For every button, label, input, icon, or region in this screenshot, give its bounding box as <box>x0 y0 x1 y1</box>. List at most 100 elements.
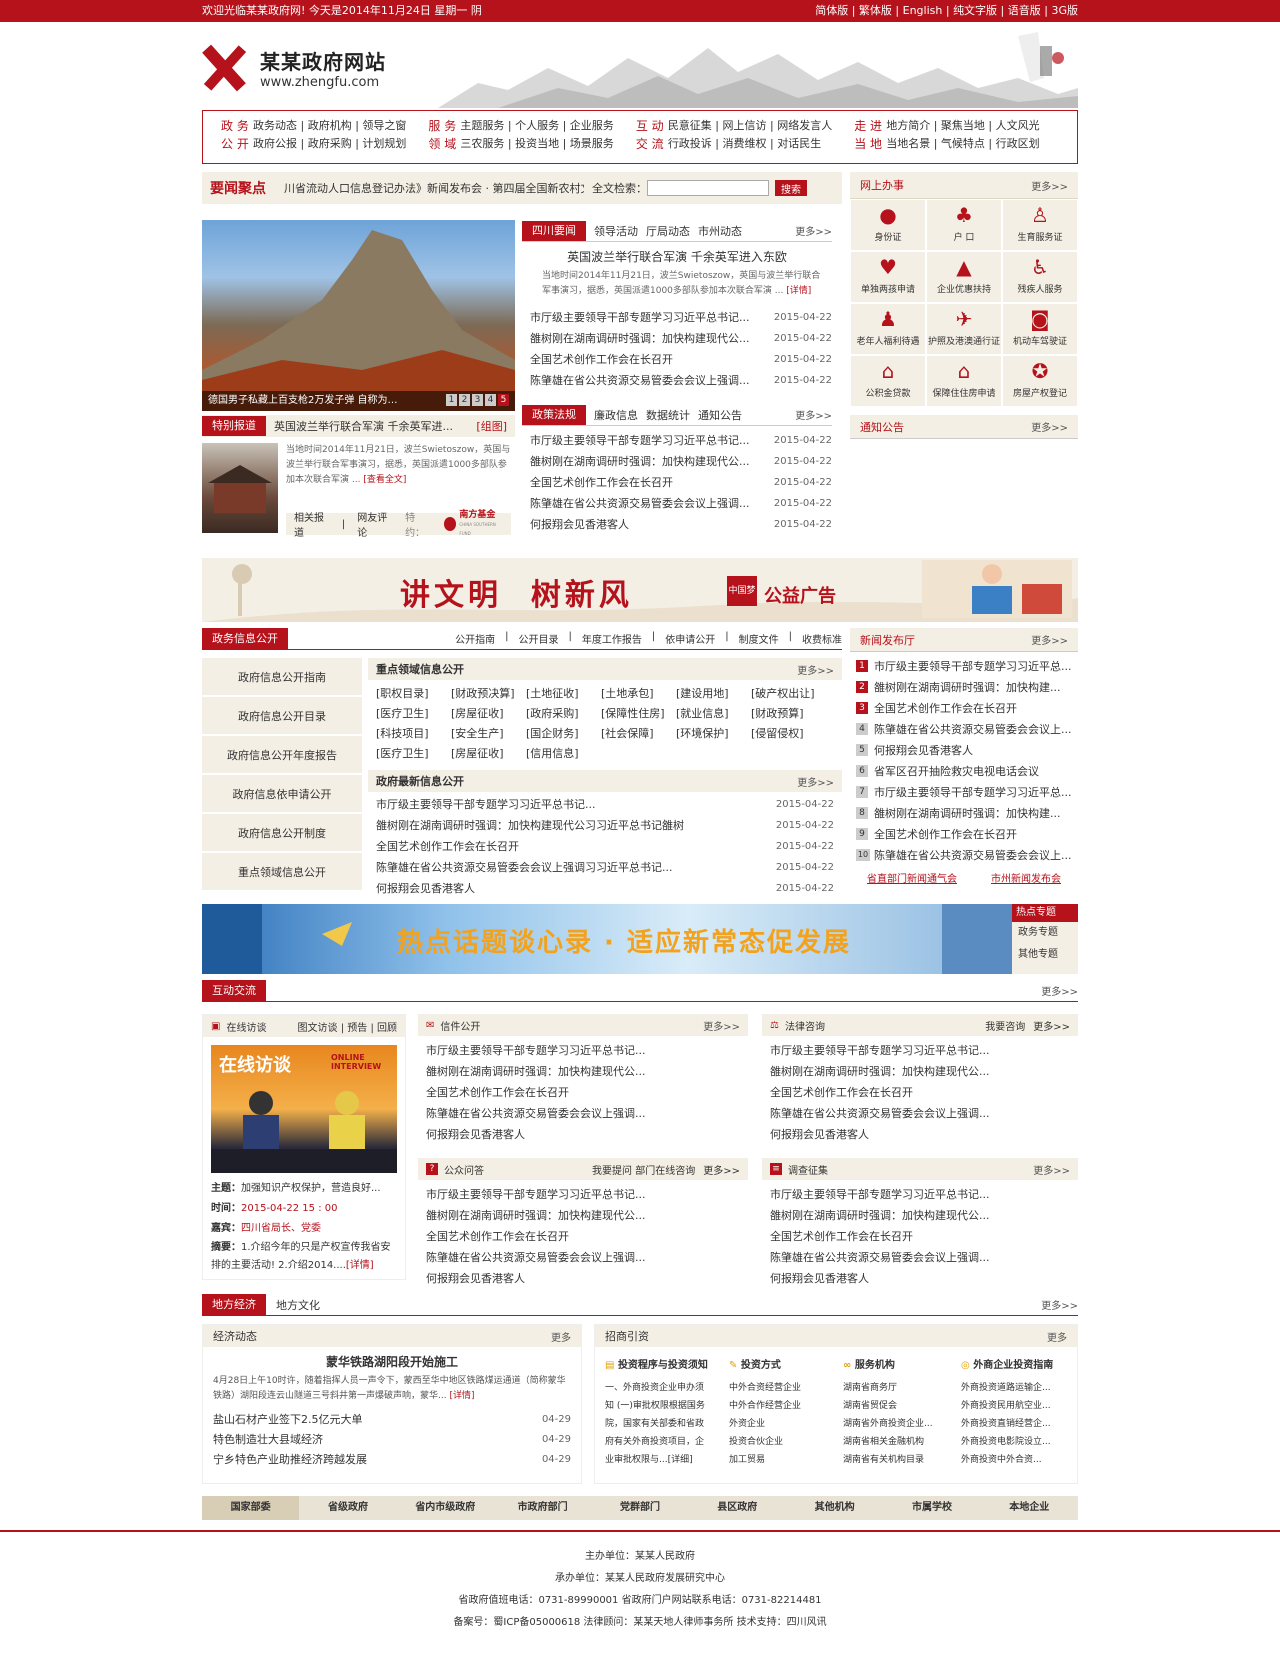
tab-leaders[interactable]: 领导活动 <box>594 223 638 239</box>
site-logo[interactable]: 某某政府网站 www.zhengfu.com <box>202 44 386 92</box>
more-link[interactable]: 更多>> <box>795 407 832 422</box>
list-item[interactable]: 8 雒树刚在湖南调研时强调：加快构建... <box>856 803 1072 824</box>
tag-link[interactable]: [职权目录] <box>376 684 451 704</box>
tag-link[interactable]: [就业信息] <box>676 704 751 724</box>
press-link[interactable]: 省直部门新闻通气会 <box>867 870 957 885</box>
link-bar-item[interactable]: 国家部委 <box>202 1496 300 1520</box>
link-bar-item[interactable]: 其他机构 <box>786 1496 883 1520</box>
service-fund[interactable]: ⌂ 公积金贷款 <box>850 355 926 407</box>
list-item[interactable]: 何报翔会见香港客人 2015-04-22 <box>530 514 832 535</box>
link-bar-item[interactable]: 省内市级政府 <box>397 1496 494 1520</box>
invest-item[interactable]: 中外合资经营企业 <box>729 1379 839 1397</box>
invest-col-title[interactable]: 外商企业投资指南 <box>973 1360 1053 1371</box>
list-item[interactable]: 何报翔会见香港客人 2015-04-22 <box>376 878 834 899</box>
gov-link[interactable]: 公开指南 <box>455 631 495 646</box>
link-traditional[interactable]: 繁体版 <box>859 4 892 17</box>
list-item[interactable]: 何报翔会见香港客人 <box>770 1124 1070 1145</box>
tag-link[interactable]: [社会保障] <box>601 724 676 744</box>
tag-link[interactable]: [破产权出让] <box>751 684 826 704</box>
list-item[interactable]: 陈肇雄在省公共资源交易管委会会议上强调... 2015-04-22 <box>530 493 832 514</box>
list-item[interactable]: 市厅级主要领导干部专题学习习近平总书记... <box>426 1040 740 1061</box>
list-item[interactable]: 3 全国艺术创作工作会在长召开 <box>856 698 1072 719</box>
gov-link[interactable]: 依申请公开 <box>665 631 715 646</box>
list-item[interactable]: 市厅级主要领导干部专题学习习近平总书记... <box>426 1184 740 1205</box>
list-item[interactable]: 4 陈肇雄在省公共资源交易管委会会议上... <box>856 719 1072 740</box>
invest-item[interactable]: 院，国家有关部委和省政 <box>605 1415 725 1433</box>
more-link[interactable]: 更多 <box>551 1329 571 1344</box>
nav-links[interactable]: 政府公报 | 政府采购 | 计划规划 <box>253 135 406 153</box>
link-bar-item[interactable]: 本地企业 <box>981 1496 1078 1520</box>
list-item[interactable]: 市厅级主要领导干部专题学习习近平总书记... 2015-04-22 <box>376 794 834 815</box>
nav-links[interactable]: 政务动态 | 政府机构 | 领导之窗 <box>253 117 406 135</box>
list-item[interactable]: 全国艺术创作工作会在长召开 <box>770 1226 1070 1247</box>
list-item[interactable]: 市厅级主要领导干部专题学习习近平总书记... <box>770 1040 1070 1061</box>
search-input[interactable] <box>647 180 769 196</box>
special-title[interactable]: 英国波兰举行联合军演 千余英军进... <box>274 418 454 434</box>
invest-item[interactable]: 投资合伙企业 <box>729 1433 839 1451</box>
sidebar-item[interactable]: 政府信息公开年度报告 <box>202 736 362 775</box>
sidebar-item[interactable]: 政府信息公开制度 <box>202 814 362 853</box>
tab-notices[interactable]: 通知公告 <box>698 407 742 423</box>
tag-link[interactable]: [财政预算] <box>751 704 826 724</box>
invest-col-title[interactable]: 投资方式 <box>741 1360 781 1371</box>
invest-item[interactable]: 府有关外商投资项目，企 <box>605 1433 725 1451</box>
interview-topic[interactable]: 加强知识产权保护，营造良好... <box>241 1183 381 1194</box>
invest-item[interactable]: 知 (一)审批权限根据国务 <box>605 1397 725 1415</box>
special-tag[interactable]: [组图] <box>476 418 507 434</box>
more-link[interactable]: 更多>> <box>1031 178 1068 193</box>
tag-link[interactable]: [信用信息] <box>526 744 601 764</box>
interact-tab[interactable]: 互动交流 <box>202 979 266 1002</box>
invest-item[interactable]: 外商投资道路运输企... <box>961 1379 1081 1397</box>
list-item[interactable]: 全国艺术创作工作会在长召开 2015-04-22 <box>530 472 832 493</box>
list-item[interactable]: 陈肇雄在省公共资源交易管委会会议上强调... <box>426 1247 740 1268</box>
tab-local-culture[interactable]: 地方文化 <box>276 1297 320 1313</box>
special-topic-link[interactable]: 政务专题 <box>1012 922 1078 944</box>
headline-ticker[interactable]: 川省流动人口信息登记办法》新闻发布会 · 第四届全国新农村文化 <box>284 180 584 196</box>
special-thumbnail[interactable] <box>202 443 278 533</box>
tag-link[interactable]: [侵留侵权] <box>751 724 826 744</box>
list-item[interactable]: 市厅级主要领导干部专题学习习近平总书记... 2015-04-22 <box>530 430 832 451</box>
slide-page[interactable]: 5 <box>498 394 509 406</box>
more-link[interactable]: 更多>> <box>703 1018 740 1033</box>
list-item[interactable]: 雒树刚在湖南调研时强调：加快构建现代公... <box>770 1205 1070 1226</box>
nav-links[interactable]: 当地名景 | 气候特点 | 行政区划 <box>886 135 1039 153</box>
tag-link[interactable]: [医疗卫生] <box>376 704 451 724</box>
nav-links[interactable]: 地方简介 | 聚焦当地 | 人文风光 <box>886 117 1039 135</box>
tab-sichuan-news[interactable]: 四川要闻 <box>522 220 586 241</box>
gov-link[interactable]: 收费标准 <box>802 631 842 646</box>
nav-links[interactable]: 主题服务 | 个人服务 | 企业服务 <box>460 117 613 135</box>
more-link[interactable]: 更多 <box>1047 1329 1067 1344</box>
nav-links[interactable]: 行政投诉 | 消费维权 | 对话民生 <box>668 135 832 153</box>
list-item[interactable]: 何报翔会见香港客人 <box>770 1268 1070 1289</box>
interview-image[interactable]: 在线访谈 ONLINE INTERVIEW <box>211 1045 397 1173</box>
invest-item[interactable]: 业审批权限与...[详细] <box>605 1451 725 1469</box>
service-passport[interactable]: ✈ 护照及港澳通行证 <box>926 303 1002 355</box>
list-item[interactable]: 陈肇雄在省公共资源交易管委会会议上强调... <box>770 1103 1070 1124</box>
ask-link[interactable]: 我要提问 部门在线咨询 <box>592 1162 695 1177</box>
tag-link[interactable]: [保障性住房] <box>601 704 676 724</box>
public-service-banner[interactable]: 讲文明 树新风 中国梦 公益广告 <box>202 558 1078 622</box>
invest-item[interactable]: 湖南省相关金融机构 <box>843 1433 957 1451</box>
more-link[interactable]: 更多>> <box>797 662 834 677</box>
gov-link[interactable]: 公开目录 <box>519 631 559 646</box>
tab-local-economy[interactable]: 地方经济 <box>202 1293 266 1316</box>
slide-page[interactable]: 4 <box>485 394 496 406</box>
sidebar-item[interactable]: 政府信息公开目录 <box>202 697 362 736</box>
more-link[interactable]: 更多>> <box>1033 1162 1070 1177</box>
gov-info-tab[interactable]: 政务信息公开 <box>202 627 288 650</box>
tag-link[interactable]: [科技项目] <box>376 724 451 744</box>
search-button[interactable]: 搜索 <box>775 180 807 196</box>
service-disabled[interactable]: ♿ 残疾人服务 <box>1002 251 1078 303</box>
list-item[interactable]: 陈肇雄在省公共资源交易管委会会议上强调... <box>426 1103 740 1124</box>
list-item[interactable]: 雒树刚在湖南调研时强调：加快构建现代公习习近平总书记雒树 2015-04-22 <box>376 815 834 836</box>
service-id-card[interactable]: ● 身份证 <box>850 199 926 251</box>
service-driving[interactable]: ◙ 机动车驾驶证 <box>1002 303 1078 355</box>
list-item[interactable]: 何报翔会见香港客人 <box>426 1124 740 1145</box>
tab-integrity[interactable]: 廉政信息 <box>594 407 638 423</box>
feature-more-link[interactable]: [详情] <box>786 286 811 296</box>
tag-link[interactable]: [安全生产] <box>451 724 526 744</box>
hot-topics-image[interactable]: 热点话题谈心录 · 适应新常态促发展 <box>202 904 1012 974</box>
invest-item[interactable]: 一、外商投资企业申办须 <box>605 1379 725 1397</box>
invest-item[interactable]: 中外合作经营企业 <box>729 1397 839 1415</box>
service-elderly[interactable]: ♟ 老年人福利待遇 <box>850 303 926 355</box>
